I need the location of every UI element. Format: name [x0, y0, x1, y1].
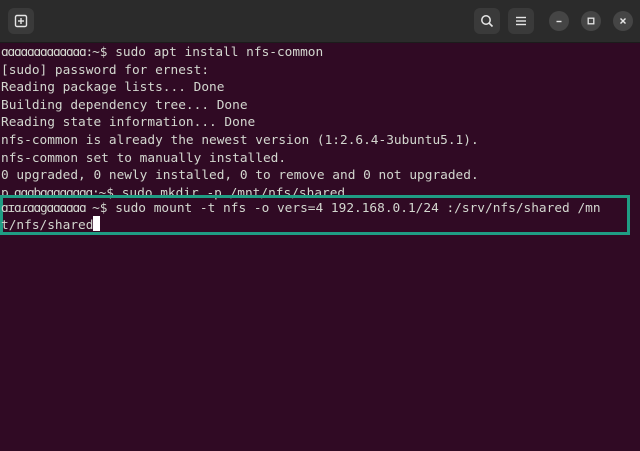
output-text: Reading package lists... Done — [1, 80, 225, 96]
terminal-output[interactable]: ɑɑɑɑɑɑɑɑɑɑɑɑɑ:~$ sudo apt install nfs-co… — [0, 43, 640, 451]
minimize-icon — [554, 16, 564, 26]
output-text: Reading state information... Done — [1, 115, 256, 131]
new-tab-button[interactable] — [8, 8, 34, 34]
terminal-line: t/nfs/shared — [1, 216, 101, 235]
search-button[interactable] — [474, 8, 500, 34]
terminal-line: Reading state information... Done — [1, 114, 255, 132]
menu-button[interactable] — [508, 8, 534, 34]
terminal-line: [sudo] password for ernest: — [1, 62, 209, 80]
terminal-line: nfs-common is already the newest version… — [1, 132, 479, 150]
output-text: nfs-common set to manually installed. — [1, 150, 287, 166]
terminal-line: ɑɪɑɾɑɑgɑɑɑɑɑɑ ~$ sudo mount -t nfs -o ve… — [1, 200, 601, 218]
command-text: sudo apt install nfs-common — [115, 45, 324, 60]
terminal-line: nfs-common set to manually installed. — [1, 150, 286, 168]
output-text: [sudo] password for ernest: — [1, 62, 210, 78]
text-cursor — [93, 216, 101, 231]
prompt-user: ɑɑɑɑɑɑɑɑɑɑɑɑɑ: — [1, 45, 93, 60]
terminal-line: Building dependency tree... Done — [1, 97, 248, 115]
new-tab-icon — [14, 14, 28, 28]
search-icon — [480, 14, 494, 28]
command-text: t/nfs/shared — [1, 218, 94, 233]
close-icon — [618, 16, 628, 26]
prompt-symbol: ~$ — [92, 45, 116, 60]
terminal-line: Reading package lists... Done — [1, 79, 224, 97]
title-bar — [0, 0, 640, 43]
prompt-user: ɑɪɑɾɑɑgɑɑɑɑɑɑ — [1, 201, 93, 216]
output-text: 0 upgraded, 0 newly installed, 0 to remo… — [1, 168, 479, 184]
terminal-line: ɑɑɑɑɑɑɑɑɑɑɑɑɑ:~$ sudo apt install nfs-co… — [1, 44, 323, 62]
output-text: nfs-common is already the newest version… — [1, 133, 479, 148]
terminal-window: ɑɑɑɑɑɑɑɑɑɑɑɑɑ:~$ sudo apt install nfs-co… — [0, 0, 640, 451]
command-text: sudo mount -t nfs -o vers=4 192.168.0.1/… — [115, 201, 601, 216]
maximize-icon — [586, 16, 596, 26]
output-text: Building dependency tree... Done — [1, 97, 248, 113]
hamburger-icon — [515, 15, 527, 27]
minimize-button[interactable] — [549, 11, 569, 31]
prompt-symbol: ~$ — [92, 201, 116, 216]
maximize-button[interactable] — [581, 11, 601, 31]
terminal-line: 0 upgraded, 0 newly installed, 0 to remo… — [1, 167, 479, 185]
close-button[interactable] — [613, 11, 633, 31]
